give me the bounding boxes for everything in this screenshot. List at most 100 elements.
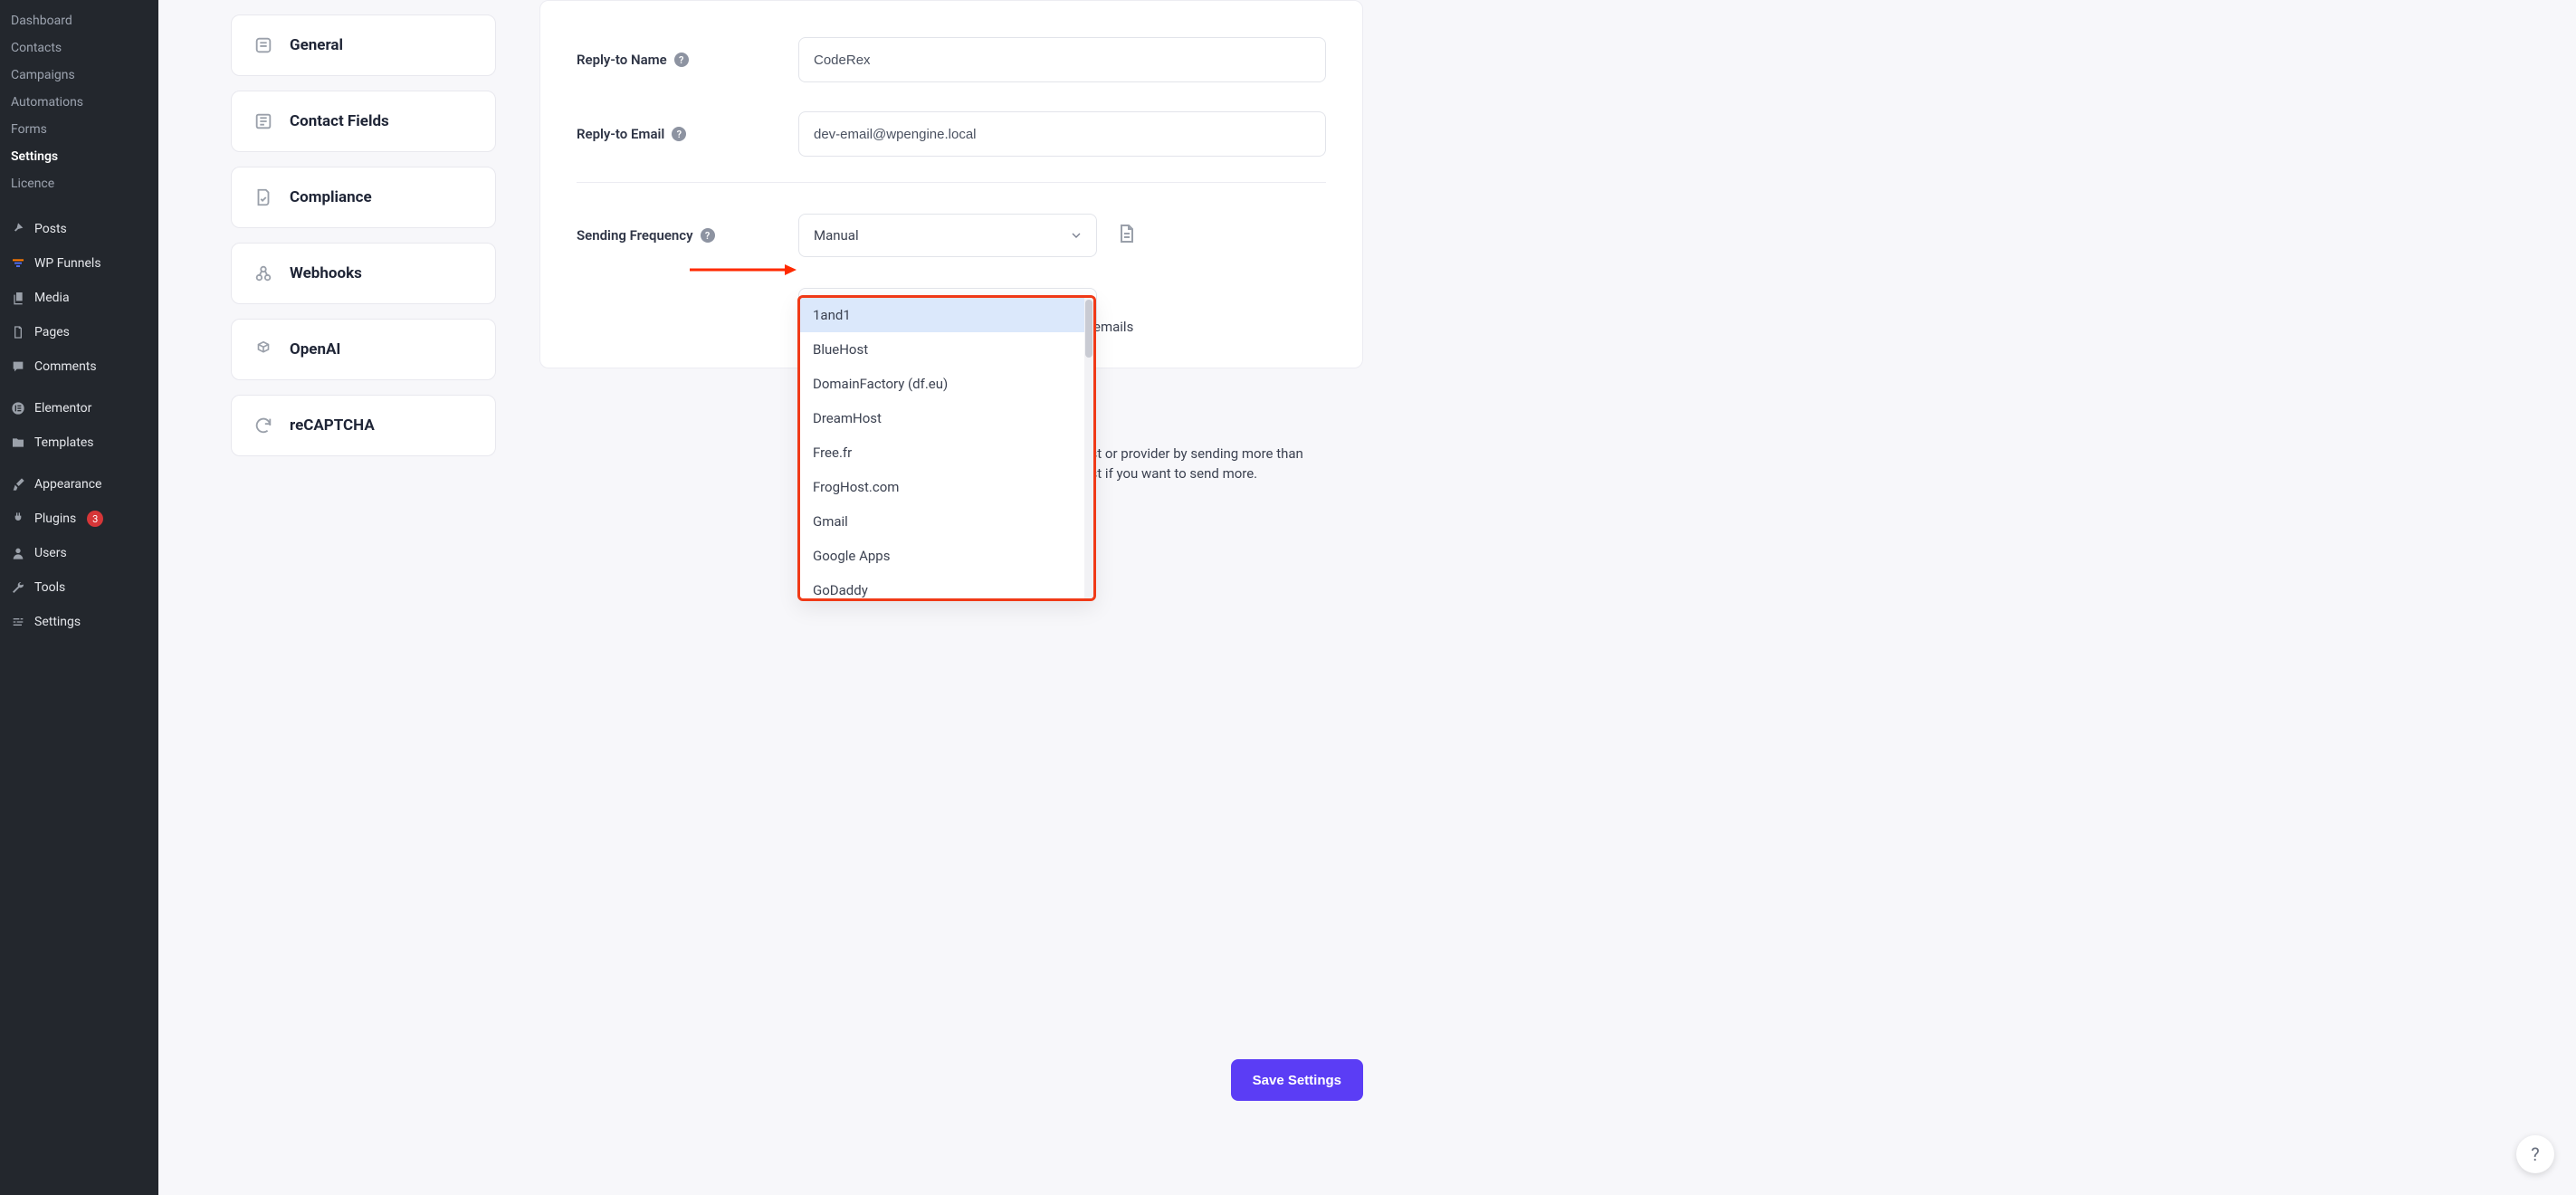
reply-name-input[interactable] (798, 37, 1326, 82)
openai-icon (252, 338, 275, 361)
menu-label: Settings (34, 615, 81, 629)
submenu-dashboard[interactable]: Dashboard (0, 7, 158, 34)
menu-label: WP Funnels (34, 256, 101, 271)
menu-wp-settings[interactable]: Settings (0, 605, 158, 639)
settings-nav-label: Compliance (290, 188, 372, 206)
submenu-licence[interactable]: Licence (0, 170, 158, 197)
submenu-automations[interactable]: Automations (0, 89, 158, 116)
reply-email-label: Reply-to Email ? (577, 126, 798, 142)
label-text: Reply-to Name (577, 52, 667, 68)
settings-nav-label: OpenAI (290, 340, 340, 358)
provider-option[interactable]: Gmail (800, 504, 1084, 539)
reply-name-label: Reply-to Name ? (577, 52, 798, 68)
wrench-icon (9, 578, 27, 597)
pin-icon (9, 220, 27, 238)
brush-icon (9, 475, 27, 493)
menu-plugins[interactable]: Plugins 3 (0, 502, 158, 536)
help-fab[interactable]: ? (2516, 1135, 2554, 1173)
select-value: Manual (814, 227, 859, 244)
menu-pages[interactable]: Pages (0, 315, 158, 349)
menu-appearance[interactable]: Appearance (0, 467, 158, 502)
help-icon[interactable]: ? (674, 53, 689, 67)
dropdown-scrollbar[interactable] (1084, 298, 1093, 598)
menu-elementor[interactable]: Elementor (0, 391, 158, 425)
submenu-campaigns[interactable]: Campaigns (0, 62, 158, 89)
provider-option[interactable]: BlueHost (800, 332, 1084, 367)
hint-line-2: ost if you want to send more. (1083, 465, 1257, 482)
settings-nav-label: Contact Fields (290, 112, 389, 130)
provider-dropdown: 1and1 BlueHost DomainFactory (df.eu) Dre… (797, 295, 1096, 601)
elementor-icon (9, 399, 27, 417)
submenu-forms[interactable]: Forms (0, 116, 158, 143)
menu-label: Users (34, 546, 67, 560)
compliance-icon (252, 186, 275, 209)
help-icon[interactable]: ? (672, 127, 686, 141)
settings-nav-label: reCAPTCHA (290, 416, 375, 435)
provider-option[interactable]: DreamHost (800, 401, 1084, 435)
menu-wp-funnels[interactable]: WP Funnels (0, 246, 158, 281)
funnel-icon (9, 254, 27, 272)
menu-label: Plugins (34, 511, 76, 526)
provider-option[interactable]: FrogHost.com (800, 470, 1084, 504)
general-icon (252, 33, 275, 57)
hint-line-1: ost or provider by sending more than (1083, 445, 1303, 462)
menu-users[interactable]: Users (0, 536, 158, 570)
webhook-icon (252, 262, 275, 285)
reply-email-input[interactable] (798, 111, 1326, 157)
menu-label: Posts (34, 222, 67, 236)
menu-label: Comments (34, 359, 97, 374)
menu-tools[interactable]: Tools (0, 570, 158, 605)
settings-nav-openai[interactable]: OpenAI (231, 319, 496, 380)
folder-icon (9, 434, 27, 452)
provider-option[interactable]: GoDaddy (800, 573, 1084, 598)
document-icon[interactable] (1115, 223, 1140, 248)
sliders-icon (9, 613, 27, 631)
menu-comments[interactable]: Comments (0, 349, 158, 384)
provider-option[interactable]: Free.fr (800, 435, 1084, 470)
provider-option[interactable]: 1and1 (800, 298, 1084, 332)
save-settings-button[interactable]: Save Settings (1231, 1059, 1363, 1101)
comment-icon (9, 358, 27, 376)
provider-option[interactable]: DomainFactory (df.eu) (800, 367, 1084, 401)
scrollbar-thumb[interactable] (1085, 300, 1092, 358)
settings-nav-webhooks[interactable]: Webhooks (231, 243, 496, 304)
menu-label: Templates (34, 435, 94, 450)
settings-nav-label: General (290, 36, 343, 54)
settings-nav-compliance[interactable]: Compliance (231, 167, 496, 228)
settings-nav-recaptcha[interactable]: reCAPTCHA (231, 395, 496, 456)
menu-media[interactable]: Media (0, 281, 158, 315)
chevron-down-icon (1069, 228, 1083, 243)
menu-label: Appearance (34, 477, 101, 492)
page-icon (9, 323, 27, 341)
sending-frequency-label: Sending Frequency ? (577, 227, 798, 244)
page-area: General Contact Fields Compliance Webhoo… (158, 0, 2576, 1195)
fields-icon (252, 110, 275, 133)
menu-label: Pages (34, 325, 70, 339)
plugin-submenu: Dashboard Contacts Campaigns Automations… (0, 0, 158, 205)
label-text: Reply-to Email (577, 126, 664, 142)
menu-templates[interactable]: Templates (0, 425, 158, 460)
user-icon (9, 544, 27, 562)
row-reply-email: Reply-to Email ? (577, 97, 1326, 171)
media-icon (9, 289, 27, 307)
menu-label: Media (34, 291, 70, 305)
update-badge: 3 (87, 511, 103, 527)
menu-label: Tools (34, 580, 65, 595)
settings-nav-label: Webhooks (290, 264, 362, 282)
settings-nav-contact-fields[interactable]: Contact Fields (231, 91, 496, 152)
provider-option[interactable]: Google Apps (800, 539, 1084, 573)
sending-frequency-select[interactable]: Manual (798, 214, 1097, 257)
submenu-settings[interactable]: Settings (0, 143, 158, 170)
help-icon[interactable]: ? (701, 228, 715, 243)
settings-nav: General Contact Fields Compliance Webhoo… (231, 0, 496, 1159)
submenu-contacts[interactable]: Contacts (0, 34, 158, 62)
label-text: Sending Frequency (577, 227, 693, 244)
row-reply-name: Reply-to Name ? (577, 23, 1326, 97)
recaptcha-icon (252, 414, 275, 437)
plug-icon (9, 510, 27, 528)
menu-posts[interactable]: Posts (0, 212, 158, 246)
hint-emails: emails (1093, 319, 1133, 335)
wp-admin-sidebar: Dashboard Contacts Campaigns Automations… (0, 0, 158, 1195)
settings-nav-general[interactable]: General (231, 14, 496, 76)
settings-panel-wrap: Reply-to Name ? Reply-to Email ? (539, 0, 2525, 1159)
